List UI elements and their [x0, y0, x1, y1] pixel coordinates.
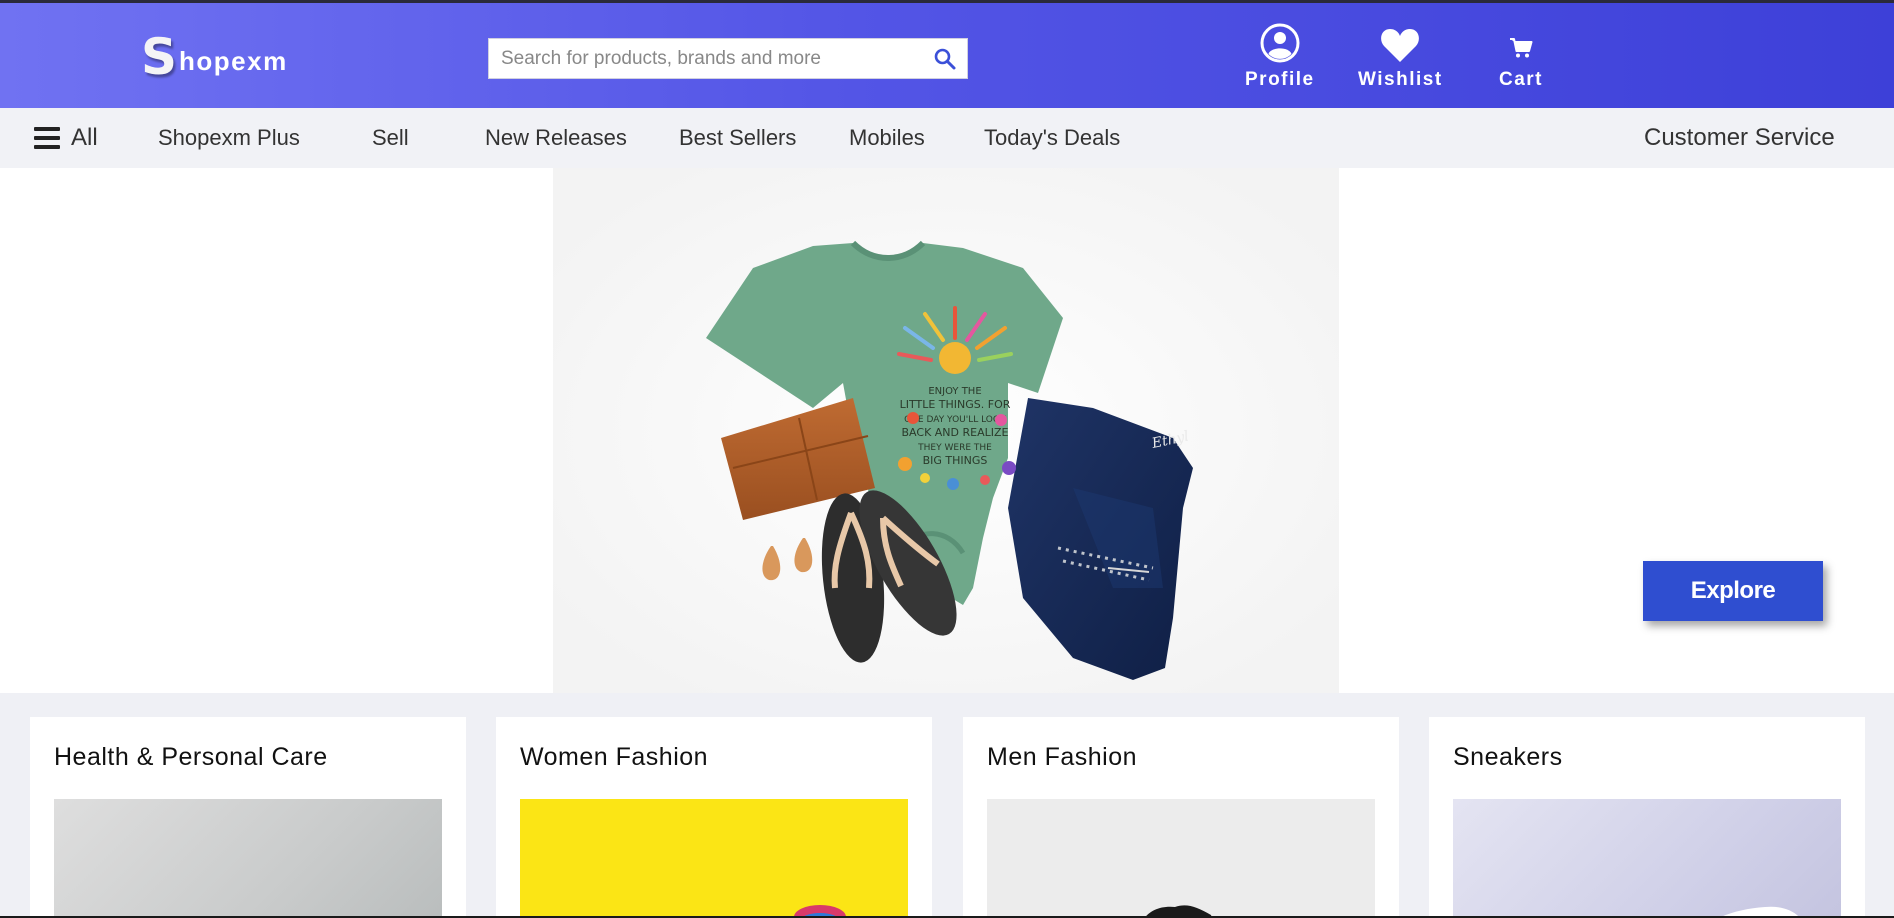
- category-image: [987, 799, 1375, 918]
- svg-text:BIG THINGS: BIG THINGS: [923, 454, 988, 467]
- category-card-sneakers[interactable]: Sneakers: [1429, 717, 1865, 918]
- svg-text:THEY WERE THE: THEY WERE THE: [917, 443, 992, 453]
- nav-item-todays-deals[interactable]: Today's Deals: [984, 108, 1120, 168]
- category-image: [520, 799, 908, 918]
- logo-text: hopexm: [179, 45, 288, 76]
- category-card-men-fashion[interactable]: Men Fashion: [963, 717, 1399, 918]
- user-icon: [1260, 23, 1300, 63]
- nav-item-best-sellers[interactable]: Best Sellers: [679, 108, 796, 168]
- hamburger-menu-icon: [34, 127, 60, 149]
- nav-all-label: All: [71, 124, 98, 151]
- category-card-health[interactable]: Health & Personal Care: [30, 717, 466, 918]
- logo[interactable]: S hopexm: [140, 28, 288, 86]
- search-input[interactable]: [489, 39, 923, 78]
- search-button[interactable]: [923, 39, 967, 78]
- cart-button[interactable]: Cart: [1499, 23, 1543, 91]
- hero-image: Ethyl ENJOY THE LITTLE THINGS. FOR ONE D…: [553, 168, 1339, 693]
- hero-banner: Ethyl ENJOY THE LITTLE THINGS. FOR ONE D…: [0, 168, 1894, 693]
- explore-button[interactable]: Explore: [1643, 561, 1823, 621]
- heart-icon: [1381, 29, 1420, 62]
- wishlist-label: Wishlist: [1358, 69, 1443, 90]
- category-cards: Health & Personal Care Women Fashion Men…: [0, 693, 1894, 918]
- top-header: S hopexm Profile Wishlist: [0, 0, 1894, 108]
- category-card-women-fashion[interactable]: Women Fashion: [496, 717, 932, 918]
- cart-icon: [1510, 38, 1533, 58]
- nav-item-customer-service[interactable]: Customer Service: [1644, 108, 1835, 168]
- cart-label: Cart: [1499, 69, 1544, 90]
- profile-button[interactable]: Profile: [1245, 23, 1315, 91]
- nav-item-shopexm-plus[interactable]: Shopexm Plus: [158, 108, 300, 168]
- category-title: Men Fashion: [987, 743, 1138, 771]
- category-title: Sneakers: [1453, 743, 1563, 771]
- nav-all-menu[interactable]: All: [34, 108, 98, 168]
- category-title: Women Fashion: [520, 743, 709, 771]
- category-image: [54, 799, 442, 918]
- category-image: [1453, 799, 1841, 918]
- svg-text:ENJOY THE: ENJOY THE: [928, 386, 981, 397]
- search-icon: [934, 48, 956, 69]
- nav-item-mobiles[interactable]: Mobiles: [849, 108, 925, 168]
- category-nav: All Shopexm Plus Sell New Releases Best …: [0, 108, 1894, 168]
- logo-mark: S: [140, 28, 177, 86]
- svg-text:LITTLE THINGS. FOR: LITTLE THINGS. FOR: [900, 398, 1011, 411]
- search-bar: [488, 38, 968, 79]
- svg-text:BACK AND REALIZE: BACK AND REALIZE: [902, 426, 1009, 439]
- profile-label: Profile: [1245, 69, 1315, 90]
- nav-item-new-releases[interactable]: New Releases: [485, 108, 627, 168]
- wishlist-button[interactable]: Wishlist: [1358, 23, 1443, 91]
- nav-item-sell[interactable]: Sell: [372, 108, 409, 168]
- svg-text:ONE DAY YOU'LL LOOK: ONE DAY YOU'LL LOOK: [904, 415, 1007, 425]
- category-title: Health & Personal Care: [54, 743, 328, 771]
